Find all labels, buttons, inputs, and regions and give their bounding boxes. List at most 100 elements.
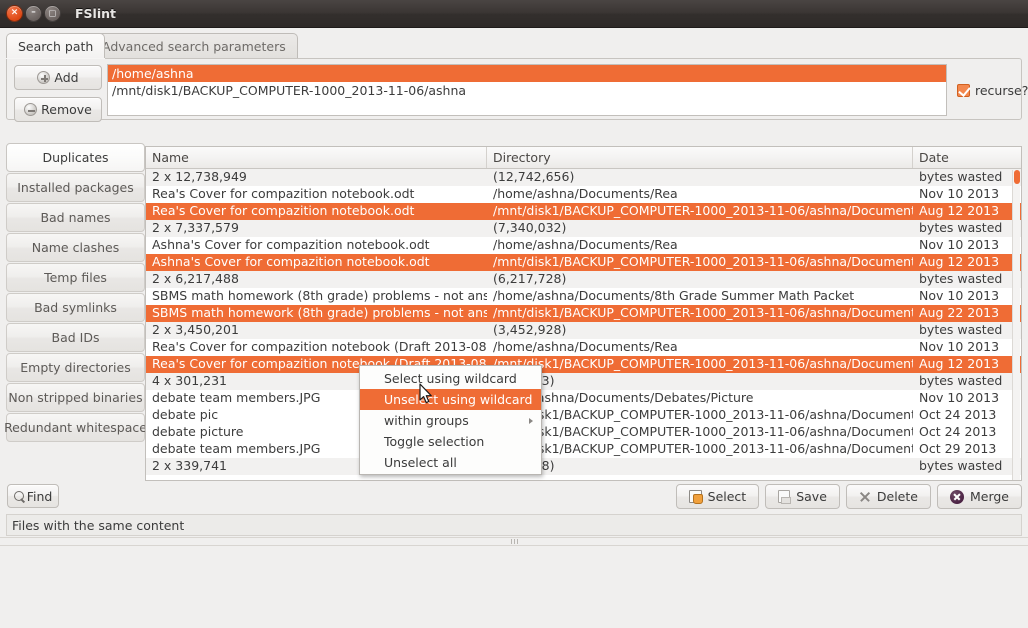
grip-line	[516, 539, 518, 544]
save-label: Save	[796, 489, 827, 504]
table-row[interactable]: 2 x 339,741(339,968)bytes wasted	[146, 458, 1021, 475]
recurse-checkbox[interactable]	[957, 83, 970, 97]
sidebar-item-label: Temp files	[44, 270, 107, 285]
table-row[interactable]: 2 x 3,450,201 (3,452,928) bytes wasted	[146, 322, 1021, 339]
table-row[interactable]: debate team members.JPG/home/ashna/Docum…	[146, 390, 1021, 407]
close-window-button[interactable]: ×	[6, 5, 23, 22]
cell-date: Nov 10 2013	[919, 339, 1000, 354]
sidebar-item-bad-names[interactable]: Bad names	[6, 203, 145, 232]
tab-advanced-search-parameters[interactable]: Advanced search parameters	[90, 33, 298, 58]
fslint-window: × – □ FSlint Search path Advanced search…	[0, 0, 1028, 628]
sidebar-item-label: Name clashes	[31, 240, 120, 255]
sidebar-item-label: Non stripped binaries	[8, 390, 143, 405]
sidebar-item-name-clashes[interactable]: Name clashes	[6, 233, 145, 262]
sidebar-item-bad-symlinks[interactable]: Bad symlinks	[6, 293, 145, 322]
cell-name: 2 x 3,450,201	[152, 322, 239, 337]
maximize-window-button[interactable]: □	[44, 5, 61, 22]
menu-item-label: Toggle selection	[384, 434, 485, 449]
search-path-item[interactable]: /home/ashna	[108, 65, 946, 82]
search-path-panel: Add Remove /home/ashna /mnt/disk1/BACKUP…	[6, 58, 1028, 122]
cell-directory: /mnt/disk1/BACKUP_COMPUTER-1000_2013-11-…	[493, 424, 913, 439]
bottom-empty-pane	[0, 546, 1028, 628]
cell-date: Aug 22 2013	[919, 305, 1000, 320]
cell-name: SBMS math homework (8th grade) problems …	[152, 305, 487, 320]
cell-date: bytes wasted	[919, 322, 1003, 337]
cell-name: 2 x 12,738,949	[152, 169, 247, 184]
cell-directory: (903,693)	[487, 373, 913, 390]
tab-search-path[interactable]: Search path	[6, 33, 106, 58]
table-row[interactable]: Rea's Cover for compazition notebook.odt…	[146, 186, 1021, 203]
table-row[interactable]: Rea's Cover for compazition notebook.odt…	[146, 203, 1021, 220]
table-row[interactable]: debate picture/mnt/disk1/BACKUP_COMPUTER…	[146, 424, 1021, 441]
cell-directory: /mnt/disk1/BACKUP_COMPUTER-1000_2013-11-…	[493, 254, 913, 269]
close-icon: ×	[10, 7, 19, 18]
table-row[interactable]: SBMS math homework (8th grade) problems …	[146, 305, 1021, 322]
menu-item-toggle-selection[interactable]: Toggle selection	[360, 431, 541, 452]
cell-directory: /mnt/disk1/BACKUP_COMPUTER-1000_2013-11-…	[493, 407, 913, 422]
table-row[interactable]: debate pic/mnt/disk1/BACKUP_COMPUTER-100…	[146, 407, 1021, 424]
cell-directory: /home/ashna/Documents/Rea	[493, 186, 678, 201]
scrollbar-thumb[interactable]	[1014, 170, 1020, 184]
menu-item-within-groups[interactable]: within groups	[360, 410, 541, 431]
table-row[interactable]: 2 x 7,337,579 (7,340,032) bytes wasted	[146, 220, 1021, 237]
column-header-date[interactable]: Date	[913, 147, 1021, 168]
sidebar-item-non-stripped-binaries[interactable]: Non stripped binaries	[6, 383, 145, 412]
cell-directory: /mnt/disk1/BACKUP_COMPUTER-1000_2013-11-…	[493, 203, 913, 218]
cell-date: bytes wasted	[919, 220, 1003, 235]
cell-directory: (6,217,728)	[493, 271, 567, 286]
column-header-name[interactable]: Name	[146, 147, 487, 168]
sidebar-item-redundant-whitespace[interactable]: Redundant whitespace	[4, 413, 147, 442]
menu-item-unselect-using-wildcard[interactable]: Unselect using wildcard	[360, 389, 541, 410]
table-row[interactable]: Ashna's Cover for compazition notebook.o…	[146, 254, 1021, 271]
table-row[interactable]: Rea's Cover for compazition notebook (Dr…	[146, 339, 1021, 356]
cell-name: 2 x 7,337,579	[152, 220, 239, 235]
find-button[interactable]: Find	[7, 484, 59, 508]
find-label: Find	[26, 488, 53, 504]
cell-directory: /mnt/disk1/BACKUP_COMPUTER-1000_2013-11-…	[493, 441, 913, 456]
table-vertical-scrollbar[interactable]	[1012, 170, 1020, 480]
sidebar-item-bad-ids[interactable]: Bad IDs	[6, 323, 145, 352]
sidebar-item-label: Duplicates	[42, 150, 109, 165]
sidebar-item-empty-directories[interactable]: Empty directories	[6, 353, 145, 382]
select-label: Select	[707, 489, 747, 504]
table-row[interactable]: debate team members.JPG/mnt/disk1/BACKUP…	[146, 441, 1021, 458]
add-path-button[interactable]: Add	[14, 65, 102, 90]
sidebar-item-temp-files[interactable]: Temp files	[6, 263, 145, 292]
recurse-option[interactable]: recurse?	[953, 64, 1028, 116]
cell-date: bytes wasted	[919, 169, 1003, 184]
column-header-directory[interactable]: Directory	[487, 147, 913, 168]
window-controls: × – □	[6, 5, 61, 22]
menu-item-label: Unselect using wildcard	[384, 392, 533, 407]
merge-button[interactable]: Merge	[936, 484, 1022, 509]
table-row[interactable]: Ashna's Cover for compazition notebook.o…	[146, 237, 1021, 254]
save-icon	[778, 490, 792, 504]
table-row[interactable]: 2 x 12,738,949 (12,742,656) bytes wasted	[146, 169, 1021, 186]
mode-sidebar: Duplicates Installed packages Bad names …	[4, 143, 147, 483]
table-row[interactable]: 4 x 301,231(903,693)bytes wasted	[146, 373, 1021, 390]
remove-path-button[interactable]: Remove	[14, 97, 102, 122]
save-button[interactable]: Save	[765, 484, 840, 509]
table-row[interactable]: SBMS math homework (8th grade) problems …	[146, 288, 1021, 305]
table-header: Name Directory Date	[146, 147, 1021, 169]
sidebar-item-duplicates[interactable]: Duplicates	[6, 143, 145, 172]
cell-directory: /home/ashna/Documents/Debates/Picture	[493, 390, 754, 405]
table-row[interactable]: 2 x 6,217,488 (6,217,728) bytes wasted	[146, 271, 1021, 288]
pane-resize-grip[interactable]	[0, 537, 1028, 546]
menu-item-label: Select using wildcard	[384, 371, 517, 386]
menu-item-unselect-all[interactable]: Unselect all	[360, 452, 541, 473]
cell-directory: /home/ashna/Documents/Rea	[493, 339, 678, 354]
table-body: 2 x 12,738,949 (12,742,656) bytes wasted Re…	[146, 169, 1021, 480]
cell-date: Aug 12 2013	[919, 356, 1000, 371]
select-button[interactable]: Select	[675, 484, 760, 509]
search-path-item[interactable]: /mnt/disk1/BACKUP_COMPUTER-1000_2013-11-…	[108, 82, 946, 99]
cell-name: Ashna's Cover for compazition notebook.o…	[152, 237, 430, 252]
select-icon	[688, 490, 703, 504]
table-row[interactable]: Rea's Cover for compazition notebook (Dr…	[146, 356, 1021, 373]
window-title: FSlint	[75, 6, 116, 21]
sidebar-item-installed-packages[interactable]: Installed packages	[6, 173, 145, 202]
menu-item-select-using-wildcard[interactable]: Select using wildcard	[360, 368, 541, 389]
search-path-list[interactable]: /home/ashna /mnt/disk1/BACKUP_COMPUTER-1…	[107, 64, 947, 116]
minimize-window-button[interactable]: –	[25, 5, 42, 22]
cell-directory: (7,340,032)	[493, 220, 567, 235]
delete-button[interactable]: Delete	[845, 484, 931, 509]
